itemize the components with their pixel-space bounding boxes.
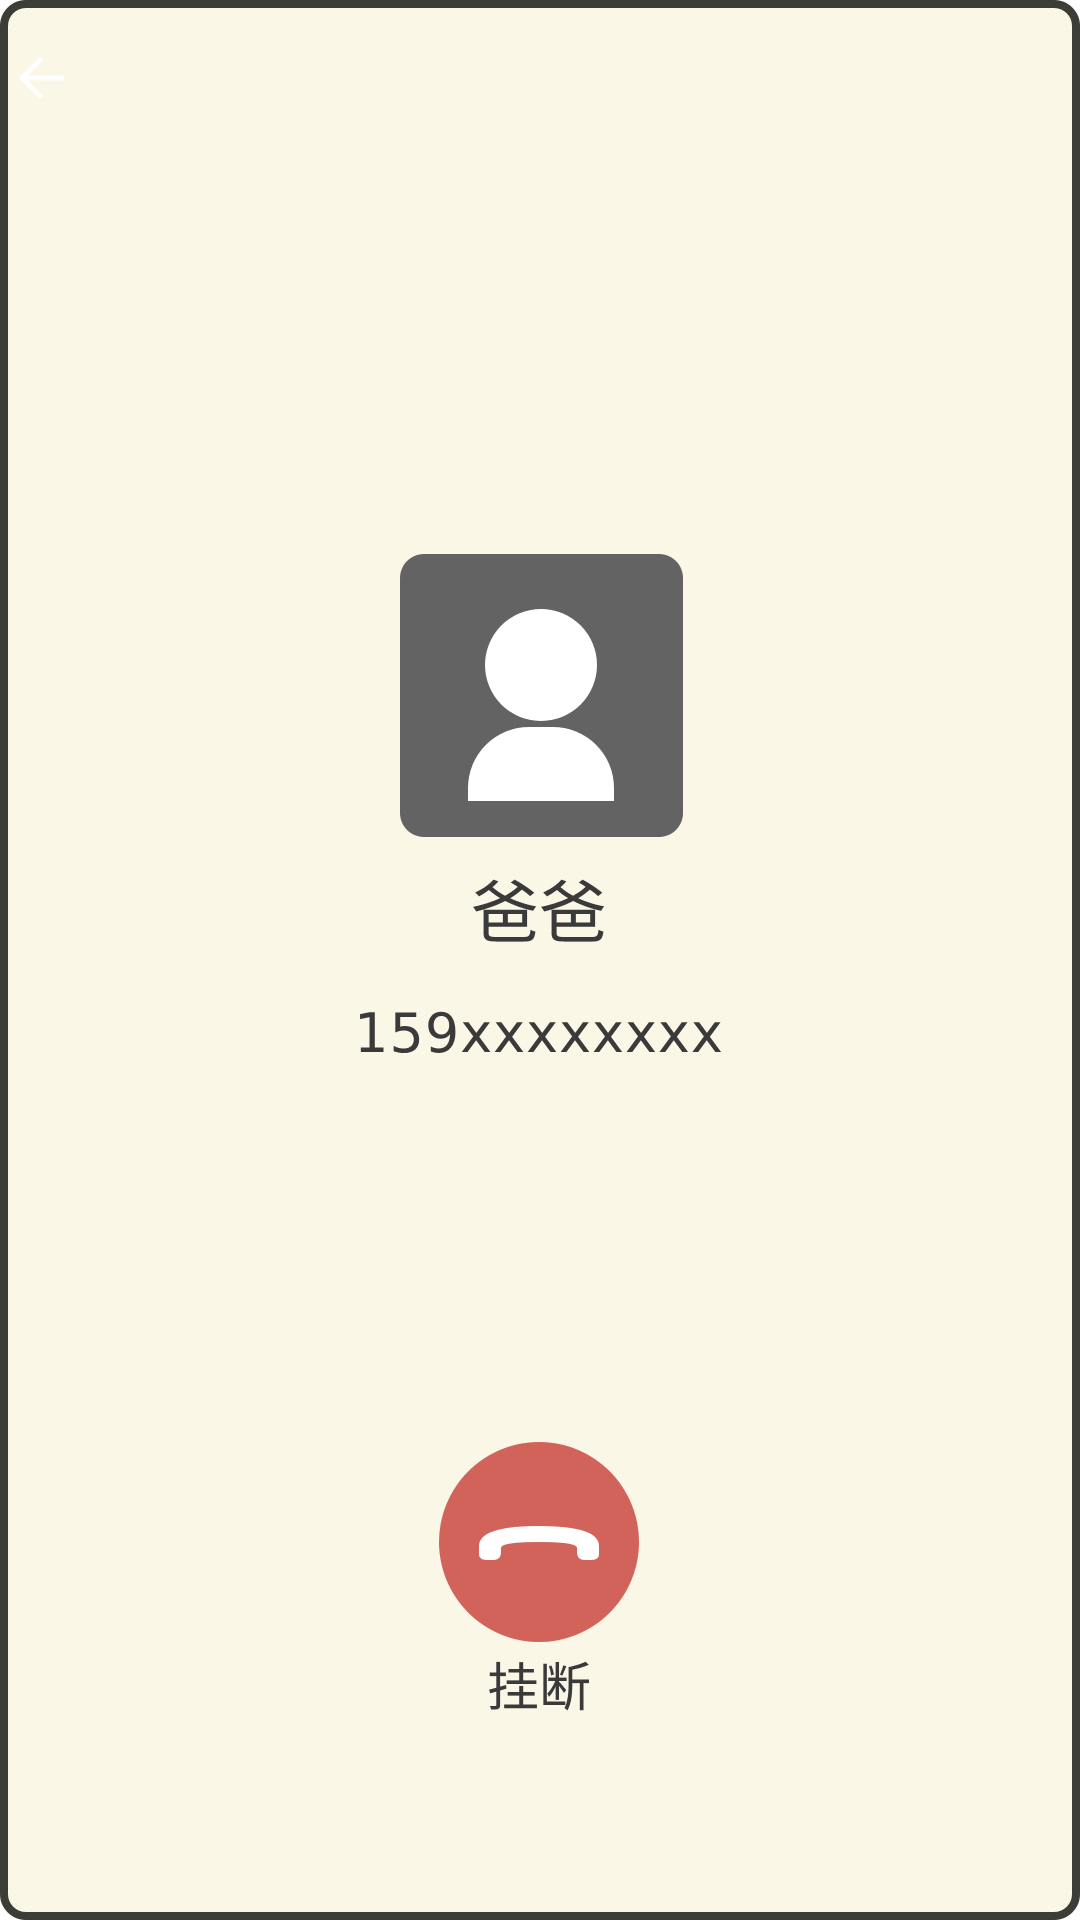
contact-avatar bbox=[400, 554, 683, 837]
back-button[interactable] bbox=[18, 54, 66, 102]
call-screen: 爸爸 159xxxxxxxx 挂断 bbox=[6, 6, 1072, 1912]
person-icon bbox=[468, 609, 614, 801]
hangup-button[interactable] bbox=[439, 1442, 639, 1642]
phone-hangup-icon bbox=[479, 1526, 599, 1560]
contact-number: 159xxxxxxxx bbox=[354, 1002, 724, 1065]
arrow-left-icon bbox=[19, 57, 65, 99]
device-frame: 爸爸 159xxxxxxxx 挂断 bbox=[0, 0, 1080, 1920]
hangup-label: 挂断 bbox=[486, 1659, 591, 1719]
contact-name: 爸爸 bbox=[470, 875, 607, 954]
